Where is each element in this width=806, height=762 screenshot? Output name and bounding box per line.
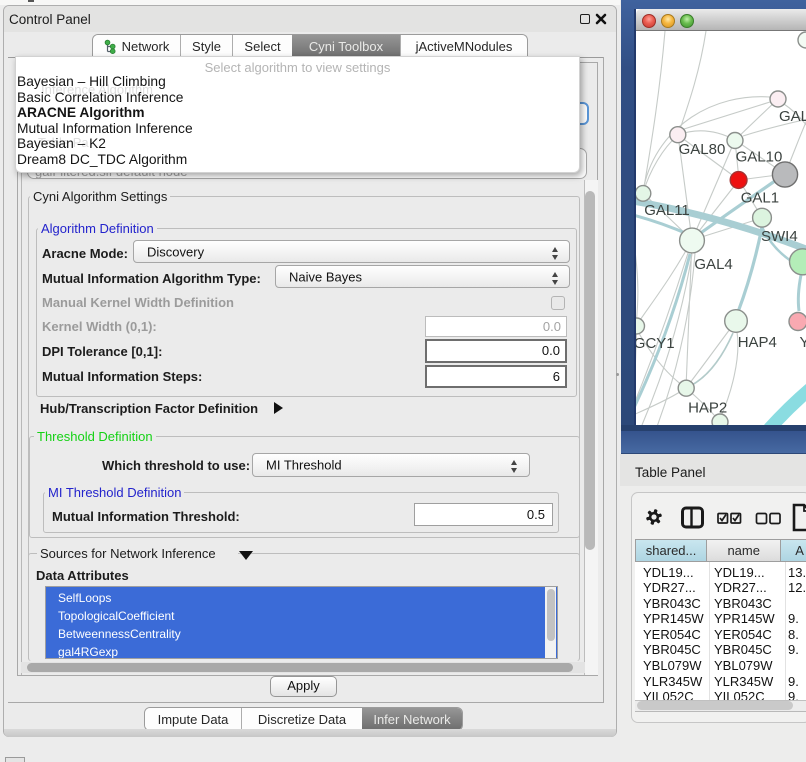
svg-text:GAL7: GAL7: [779, 108, 806, 125]
svg-text:HAP4: HAP4: [738, 334, 777, 351]
svg-text:GAL80: GAL80: [679, 141, 726, 158]
svg-text:GAL10: GAL10: [736, 149, 783, 166]
svg-text:GCY1: GCY1: [636, 335, 675, 352]
svg-text:SWI4: SWI4: [761, 228, 798, 245]
svg-text:GAL11: GAL11: [644, 202, 690, 219]
svg-text:GAL1: GAL1: [741, 190, 779, 207]
svg-text:YEL: YEL: [800, 334, 806, 351]
svg-text:HAP2: HAP2: [688, 400, 727, 417]
svg-text:GAL4: GAL4: [694, 256, 732, 273]
